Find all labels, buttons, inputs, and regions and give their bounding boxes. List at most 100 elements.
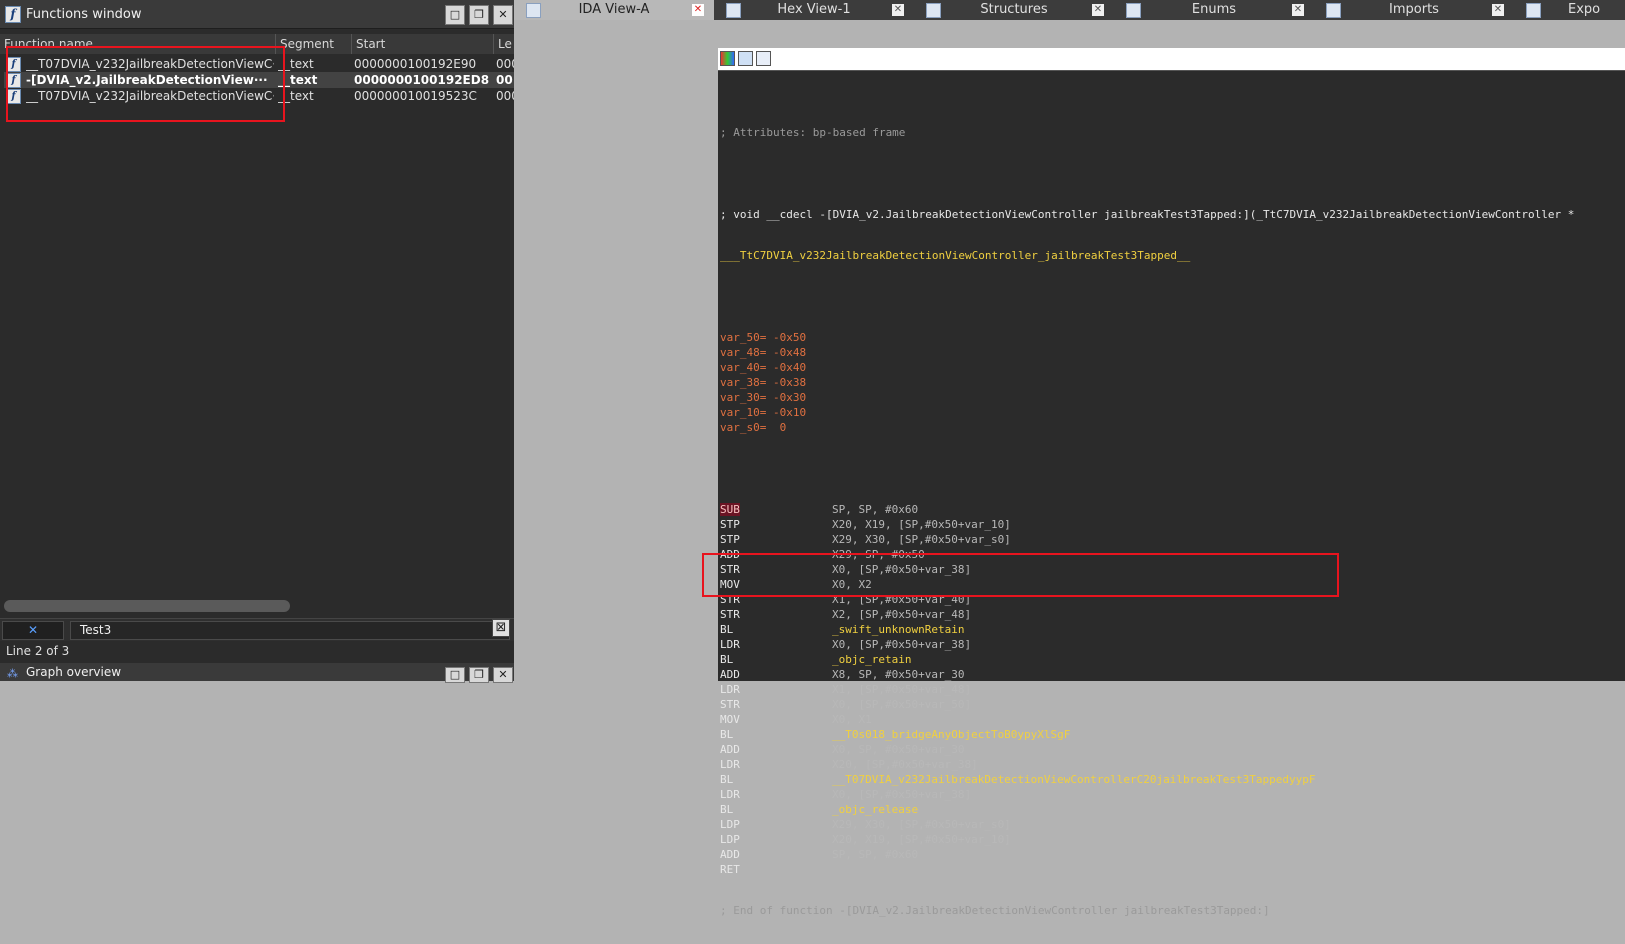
instruction-opcode: BL <box>720 728 734 741</box>
function-start: 000000010019523C <box>354 89 477 103</box>
tab-close-icon[interactable]: ✕ <box>692 4 704 16</box>
graph-view-icon[interactable] <box>756 51 771 66</box>
instruction-opcode: ADD <box>720 743 740 756</box>
clear-search-icon[interactable]: ⊠ <box>492 619 510 637</box>
code-comment-attributes: ; Attributes: bp-based frame <box>720 126 906 139</box>
code-toolbar <box>718 48 1625 71</box>
restore-button[interactable]: ❐ <box>469 5 489 25</box>
close-button[interactable]: ✕ <box>493 5 513 25</box>
horizontal-scrollbar[interactable] <box>4 600 290 612</box>
instruction-operands: _objc_retain <box>832 653 912 666</box>
stack-variable-line: var_50= -0x50 <box>720 330 1574 345</box>
tab-label: Enums <box>1191 2 1237 17</box>
instruction-line[interactable]: STP X29, X30, [SP,#0x50+var_s0] <box>720 532 1574 547</box>
variable-value: = -0x48 <box>759 346 807 359</box>
instruction-operands: X20, X19, [SP,#0x50+var_10] <box>832 833 1011 846</box>
highlight-box-call <box>702 553 1339 597</box>
instruction-opcode: ADD <box>720 848 740 861</box>
instruction-opcode: LDR <box>720 683 740 696</box>
instruction-line[interactable]: LDP X29, X30, [SP,#0x50+var_s0] <box>720 817 1574 832</box>
variable-value: = -0x50 <box>759 331 807 344</box>
graph-overview-title: Graph overview <box>26 665 122 679</box>
instruction-operands: X0, SP, #0x50+var_30 <box>832 743 965 756</box>
graph-overview-titlebar: ⁂ Graph overview □ ❐ ✕ <box>0 663 514 683</box>
instruction-line[interactable]: STR X0, [SP,#0x50+var_50] <box>720 697 1574 712</box>
instruction-line[interactable]: LDR X1, [SP,#0x50+var_48] <box>720 682 1574 697</box>
variable-value: = -0x10 <box>759 406 807 419</box>
variable-value: = -0x40 <box>759 361 807 374</box>
color-palette-icon[interactable] <box>720 51 735 66</box>
stack-variable-line: var_38= -0x38 <box>720 375 1574 390</box>
column-header-segment[interactable]: Segment <box>276 34 352 54</box>
instruction-operands: _swift_unknownRetain <box>832 623 965 636</box>
function-length: 000 <box>496 57 514 71</box>
instruction-line[interactable]: ADD X8, SP, #0x50+var_30 <box>720 667 1574 682</box>
variable-name[interactable]: var_48 <box>720 346 760 359</box>
instruction-line[interactable]: BL __T07DVIA_v232JailbreakDetectionViewCo… <box>720 772 1574 787</box>
tab-imports[interactable]: Imports ✕ <box>1314 0 1514 20</box>
function-icon: f <box>5 6 21 23</box>
search-close-button[interactable]: ✕ <box>2 621 64 640</box>
instruction-line[interactable]: BL _objc_release <box>720 802 1574 817</box>
tab-label: Imports <box>1389 2 1439 17</box>
variable-name[interactable]: var_38 <box>720 376 760 389</box>
instruction-line[interactable]: MOV X0, X1 <box>720 712 1574 727</box>
tab-close-icon[interactable]: ✕ <box>1492 4 1504 16</box>
tab-exports[interactable]: Expo <box>1514 0 1625 20</box>
stack-variable-line: var_48= -0x48 <box>720 345 1574 360</box>
instruction-operands: SP, SP, #0x60 <box>832 848 919 861</box>
tab-close-icon[interactable]: ✕ <box>1292 4 1304 16</box>
functions-window: f Functions window □ ❐ ✕ Function name S… <box>0 0 514 683</box>
instruction-opcode: ADD <box>720 668 740 681</box>
instruction-line[interactable]: ADD SP, SP, #0x60 <box>720 847 1574 862</box>
function-start: 0000000100192ED8 <box>354 73 490 87</box>
instruction-line[interactable]: SUB SP, SP, #0x60 <box>720 502 1574 517</box>
variable-name[interactable]: var_40 <box>720 361 760 374</box>
instruction-line[interactable]: LDR X0, [SP,#0x50+var_38] <box>720 637 1574 652</box>
instruction-opcode: STR <box>720 608 740 621</box>
instruction-operands: SP, SP, #0x60 <box>832 503 919 516</box>
code-function-label: ___TtC7DVIA_v232JailbreakDetectionViewCo… <box>720 249 1191 262</box>
variable-name[interactable]: var_30 <box>720 391 760 404</box>
variable-value: = -0x38 <box>759 376 807 389</box>
variable-name[interactable]: var_s0 <box>720 421 760 434</box>
tab-enums[interactable]: Enums ✕ <box>1114 0 1314 20</box>
instruction-line[interactable]: STP X20, X19, [SP,#0x50+var_10] <box>720 517 1574 532</box>
stack-variables: var_50= -0x50 var_48= -0x48 var_40= -0x40 v… <box>720 330 1574 435</box>
code-signature: ; void __cdecl -[DVIA_v2.JailbreakDetect… <box>720 208 1575 221</box>
variable-name[interactable]: var_10 <box>720 406 760 419</box>
function-length: 000 <box>496 89 514 103</box>
tab-close-icon[interactable]: ✕ <box>892 4 904 16</box>
function-segment: __text <box>278 73 318 87</box>
instruction-opcode: LDP <box>720 818 740 831</box>
instruction-line[interactable]: LDR X20, [SP,#0x50+var_38] <box>720 757 1574 772</box>
functions-window-titlebar: f Functions window □ ❐ ✕ <box>0 0 514 29</box>
column-header-length[interactable]: Le <box>494 34 514 54</box>
graph-icon: ⁂ <box>7 667 18 680</box>
tab-hex-view-1[interactable]: Hex View-1 ✕ <box>714 0 914 20</box>
instruction-line[interactable]: STR X2, [SP,#0x50+var_48] <box>720 607 1574 622</box>
instruction-line[interactable]: LDR X0, [SP,#0x50+var_38] <box>720 787 1574 802</box>
search-input[interactable]: Test3 <box>70 621 510 640</box>
tab-label: IDA View-A <box>578 2 650 17</box>
variable-value: = -0x30 <box>759 391 807 404</box>
instruction-line[interactable]: BL _objc_retain <box>720 652 1574 667</box>
search-bar: ✕ Test3 ⊠ <box>0 618 514 641</box>
instruction-opcode: BL <box>720 773 734 786</box>
instruction-line[interactable]: RET <box>720 862 1574 877</box>
instruction-line[interactable]: ADD X0, SP, #0x50+var_30 <box>720 742 1574 757</box>
instruction-operands: X0, X1 <box>832 713 872 726</box>
instruction-operands: X29, X30, [SP,#0x50+var_s0] <box>832 533 1011 546</box>
instruction-line[interactable]: LDP X20, X19, [SP,#0x50+var_10] <box>720 832 1574 847</box>
tab-ida-view-a[interactable]: IDA View-A ✕ <box>514 0 714 20</box>
function-segment: __text <box>278 57 314 71</box>
instruction-line[interactable]: BL __T0s018_bridgeAnyObjectToB0ypyXlSgF <box>720 727 1574 742</box>
tab-close-icon[interactable]: ✕ <box>1092 4 1104 16</box>
edit-icon[interactable] <box>738 51 753 66</box>
variable-name[interactable]: var_50 <box>720 331 760 344</box>
variable-value: = 0 <box>759 421 787 434</box>
maximize-button[interactable]: □ <box>445 5 465 25</box>
tab-structures[interactable]: Structures ✕ <box>914 0 1114 20</box>
column-header-start[interactable]: Start <box>352 34 494 54</box>
instruction-line[interactable]: BL _swift_unknownRetain <box>720 622 1574 637</box>
